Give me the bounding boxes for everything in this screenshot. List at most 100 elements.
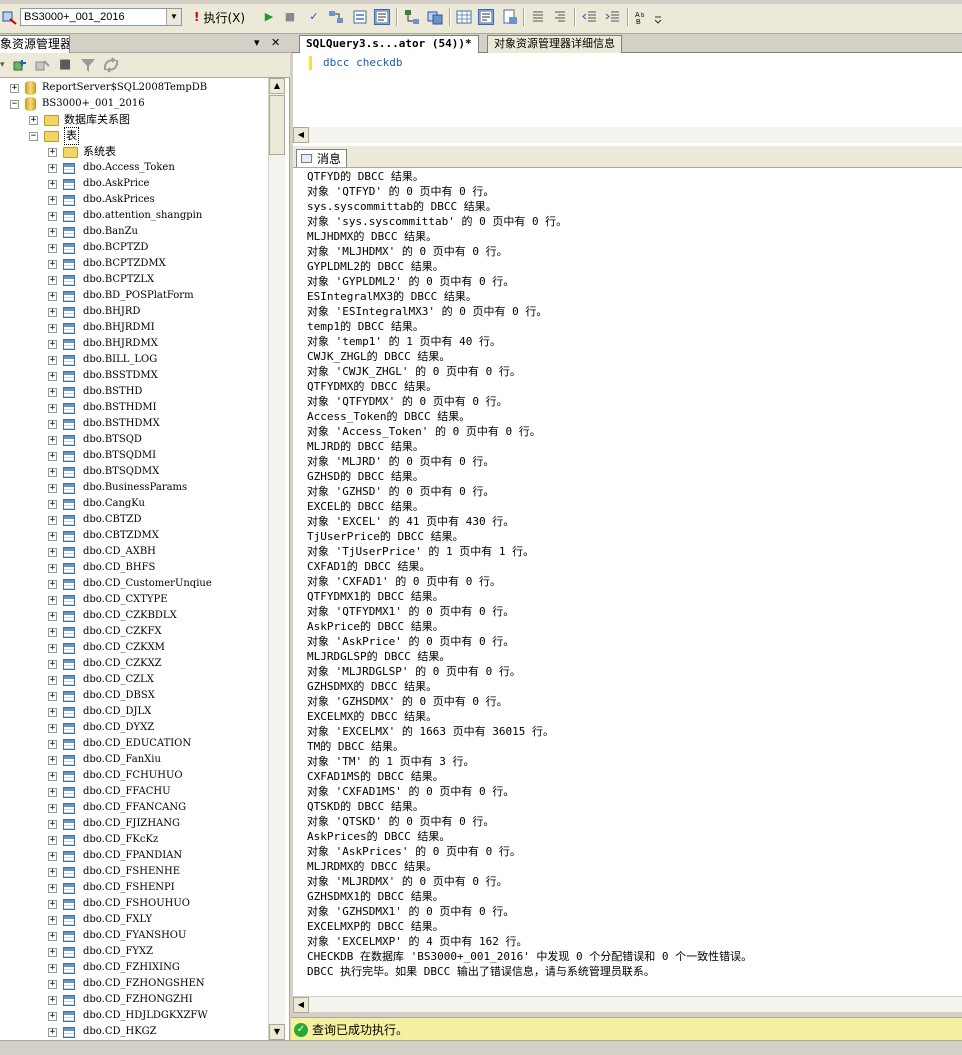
expand-icon[interactable]: +	[48, 179, 57, 189]
tree-node-table[interactable]: + dbo.BHJRDMI	[48, 320, 155, 336]
object-explorer-vertical-scrollbar[interactable]: ▲ ▼	[268, 78, 285, 1040]
comment-lines-icon[interactable]	[530, 9, 546, 25]
expand-icon[interactable]: +	[48, 995, 57, 1005]
tree-node-table[interactable]: + dbo.CD_FYANSHOU	[48, 928, 186, 944]
expand-icon[interactable]: +	[48, 739, 57, 749]
expand-icon[interactable]: +	[48, 803, 57, 813]
tree-node-table[interactable]: + dbo.CD_FZHONGZHI	[48, 992, 193, 1008]
tree-node-table[interactable]: + dbo.CD_HDJLDGKXZFW	[48, 1008, 208, 1024]
connect-dropdown-icon[interactable]: ▾	[0, 57, 5, 73]
expand-icon[interactable]: +	[48, 211, 57, 221]
expand-icon[interactable]: +	[48, 707, 57, 717]
tree-node-table[interactable]: + dbo.BanZu	[48, 224, 138, 240]
tree-node-table[interactable]: + dbo.CD_FXLY	[48, 912, 152, 928]
tab-object-explorer-details[interactable]: 对象资源管理器详细信息	[487, 35, 622, 53]
object-explorer-tab[interactable]: 象资源管理器	[0, 35, 70, 53]
change-connection-icon[interactable]	[1, 9, 17, 25]
tree-node-table[interactable]: + dbo.BTSQDMI	[48, 448, 156, 464]
tree-node-table[interactable]: + dbo.CBTZD	[48, 512, 141, 528]
tree-node-table[interactable]: + dbo.CD_FSHENPI	[48, 880, 175, 896]
tree-node-table[interactable]: + dbo.CD_AXBH	[48, 544, 156, 560]
close-icon[interactable]: ✕	[271, 36, 280, 50]
tree-node-table[interactable]: + dbo.CD_FFACHU	[48, 784, 171, 800]
results-to-file-icon[interactable]	[502, 9, 518, 25]
expand-icon[interactable]: +	[48, 227, 57, 237]
expand-icon[interactable]: +	[48, 963, 57, 973]
expand-icon[interactable]: +	[48, 355, 57, 365]
expand-icon[interactable]: +	[48, 659, 57, 669]
parse-checkmark-icon[interactable]: ✓	[306, 9, 322, 25]
increase-indent-icon[interactable]	[605, 9, 621, 25]
tree-node-table[interactable]: + dbo.CD_CZKXM	[48, 640, 165, 656]
tab-messages[interactable]: 消息	[296, 149, 348, 167]
expand-icon[interactable]: +	[29, 115, 38, 125]
available-databases-select[interactable]: BS3000+_001_2016 ▼	[20, 8, 182, 26]
tree-node-table[interactable]: + dbo.CD_FKcKz	[48, 832, 158, 848]
expand-icon[interactable]: +	[48, 627, 57, 637]
tree-node-table[interactable]: + dbo.CBTZDMX	[48, 528, 159, 544]
tree-node-table[interactable]: + dbo.BSTHD	[48, 384, 142, 400]
expand-icon[interactable]: +	[48, 371, 57, 381]
expand-icon[interactable]: +	[48, 691, 57, 701]
tree-node-table[interactable]: + dbo.CD_DYXZ	[48, 720, 154, 736]
tree-node-table[interactable]: + dbo.BSTHDMX	[48, 416, 160, 432]
expand-icon[interactable]: +	[48, 835, 57, 845]
tree-node-table[interactable]: + dbo.CD_CustomerUnqiue	[48, 576, 212, 592]
tree-node-table[interactable]: + dbo.CD_FFANCANG	[48, 800, 186, 816]
query-text[interactable]: dbcc checkdb	[323, 55, 402, 71]
tree-node-table[interactable]: + dbo.CD_FanXiu	[48, 752, 161, 768]
expand-icon[interactable]: +	[48, 291, 57, 301]
expand-icon[interactable]: +	[48, 419, 57, 429]
tree-node-table[interactable]: + dbo.CD_CZKXZ	[48, 656, 162, 672]
tree-node-table[interactable]: + dbo.BSSTDMX	[48, 368, 158, 384]
expand-icon[interactable]: +	[48, 515, 57, 525]
messages-horizontal-scrollbar[interactable]: ◀	[293, 996, 962, 1013]
expand-icon[interactable]: +	[48, 451, 57, 461]
expand-icon[interactable]: +	[48, 947, 57, 957]
expand-icon[interactable]: +	[48, 867, 57, 877]
tree-node-table[interactable]: + dbo.BusinessParams	[48, 480, 187, 496]
tree-node-table[interactable]: + dbo.CD_FCHUHUO	[48, 768, 183, 784]
expand-icon[interactable]: +	[48, 387, 57, 397]
pin-dropdown-icon[interactable]: ▾	[254, 36, 260, 50]
filter-icon[interactable]	[80, 57, 96, 78]
expand-icon[interactable]: +	[48, 723, 57, 733]
refresh-icon[interactable]	[102, 57, 120, 78]
expand-icon[interactable]: +	[48, 883, 57, 893]
expand-icon[interactable]: +	[48, 243, 57, 253]
query-editor[interactable]: dbcc checkdb	[293, 53, 962, 161]
expand-icon[interactable]: +	[48, 915, 57, 925]
include-actual-plan-icon[interactable]	[404, 9, 420, 25]
editor-horizontal-scrollbar[interactable]: ◀	[293, 127, 962, 143]
tree-node-table[interactable]: + dbo.CD_FZHONGSHEN	[48, 976, 205, 992]
tree-node-table[interactable]: + dbo.BTSQDMX	[48, 464, 159, 480]
expand-icon[interactable]: +	[48, 675, 57, 685]
expand-icon[interactable]: +	[48, 467, 57, 477]
scroll-down-arrow-icon[interactable]: ▼	[269, 1024, 285, 1040]
expand-icon[interactable]: +	[48, 1027, 57, 1037]
tree-node-table[interactable]: + dbo.BILL_LOG	[48, 352, 157, 368]
results-to-text-icon[interactable]	[374, 9, 390, 25]
expand-icon[interactable]: +	[48, 323, 57, 333]
tree-node-table[interactable]: + dbo.CD_CZKBDLX	[48, 608, 177, 624]
toolbar-overflow-icon[interactable]	[653, 9, 663, 25]
tree-node-table[interactable]: + dbo.CD_DJLX	[48, 704, 151, 720]
expand-icon[interactable]: +	[48, 339, 57, 349]
tree-node-table[interactable]: + dbo.CD_EDUCATION	[48, 736, 191, 752]
execute-button[interactable]: ! 执行(X)	[194, 9, 245, 25]
tree-node-table[interactable]: + dbo.attention_shangpin	[48, 208, 202, 224]
client-statistics-icon[interactable]	[427, 9, 443, 25]
results-to-text-toggle-icon[interactable]	[478, 9, 494, 25]
expand-icon[interactable]: +	[48, 819, 57, 829]
expand-icon[interactable]: +	[48, 595, 57, 605]
tree-node-table[interactable]: + dbo.AskPrice	[48, 176, 149, 192]
tree-node-table[interactable]: + dbo.CD_CXTYPE	[48, 592, 168, 608]
tree-node-table[interactable]: + dbo.CD_FYXZ	[48, 944, 153, 960]
expand-icon[interactable]: +	[48, 435, 57, 445]
query-designer-icon[interactable]	[352, 9, 368, 25]
expand-icon[interactable]: +	[48, 259, 57, 269]
results-to-grid-icon[interactable]	[456, 9, 472, 25]
tree-node-system-tables[interactable]: + 系统表	[48, 144, 116, 160]
stop-icon[interactable]: ■	[59, 57, 71, 73]
cancel-query-icon[interactable]: ■	[282, 9, 298, 25]
